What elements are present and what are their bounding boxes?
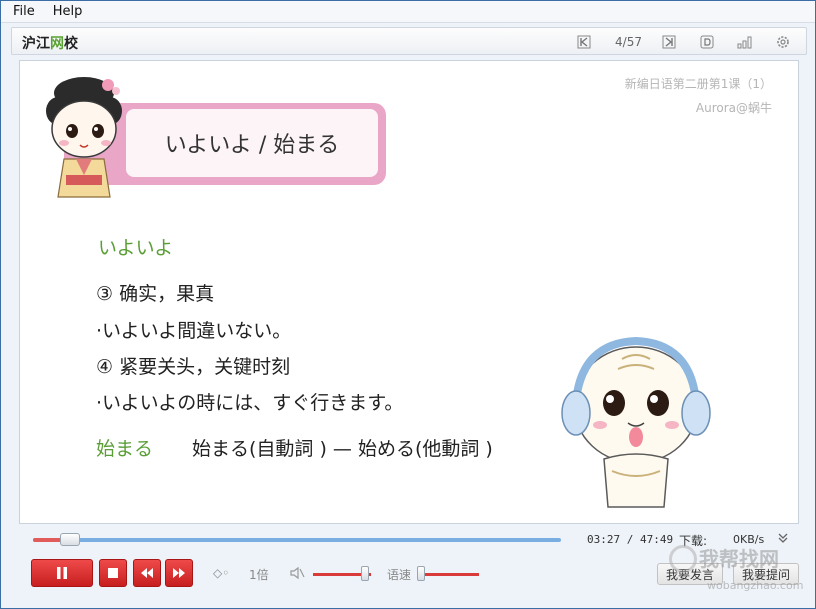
time-display: 03:27 / 47:49 xyxy=(587,533,674,546)
headphone-cat-illustration xyxy=(561,336,711,508)
progress-bar[interactable] xyxy=(33,533,561,546)
stop-button[interactable] xyxy=(99,559,127,587)
ask-question-button[interactable]: 我要提问 xyxy=(733,563,799,585)
playback-speed-label[interactable]: 1倍 xyxy=(249,566,269,583)
verb-pair: 始まる(自動詞 ) — 始める(他動詞 ) xyxy=(192,438,493,460)
example-4: ·いよいよの時には、すぐ行きます。 xyxy=(96,392,404,414)
menu-file[interactable]: File xyxy=(13,4,35,19)
download-speed: 0KB/s xyxy=(733,533,765,546)
entry-word-2: 始まる xyxy=(96,438,154,460)
rewind-button[interactable] xyxy=(133,559,161,587)
entry-word: いよいよ xyxy=(98,237,174,259)
download-label: 下载: xyxy=(679,534,708,548)
example-3: ·いよいよ間違いない。 xyxy=(96,320,292,342)
brand-highlight: 网 xyxy=(50,36,64,52)
course-title: 新编日语第二册第1课（1） xyxy=(624,77,772,91)
author-credit: Aurora@蜗牛 xyxy=(695,101,772,115)
fast-forward-icon xyxy=(173,568,185,578)
chevron-double-down-icon[interactable] xyxy=(777,532,789,547)
geisha-cat-illustration xyxy=(46,77,122,198)
brand-prefix: 沪江 xyxy=(22,36,50,52)
slide-canvas: 新编日语第二册第1课（1） Aurora@蜗牛 いよいよ / 始まる いよいよ … xyxy=(19,60,799,524)
document-icon[interactable] xyxy=(698,34,716,50)
app-window: File Help 沪江网校 4/57 新编日语第二册第1课（1） Aurora… xyxy=(0,0,816,609)
toolbar: 沪江网校 4/57 xyxy=(11,27,807,55)
volume-slider-thumb[interactable] xyxy=(361,566,369,581)
previous-page-icon[interactable] xyxy=(575,34,593,50)
page-indicator: 4/57 xyxy=(615,35,642,49)
speaker-muted-icon[interactable] xyxy=(289,565,305,584)
menu-help[interactable]: Help xyxy=(53,4,83,19)
meaning-4: ④ 紧要关头，关键时刻 xyxy=(96,356,291,378)
pause-button[interactable] xyxy=(31,559,93,587)
signal-bars-icon[interactable] xyxy=(736,34,754,50)
next-page-icon[interactable] xyxy=(660,34,678,50)
progress-thumb[interactable] xyxy=(59,533,80,546)
player-controls: 03:27 / 47:49 下载: 0KB/s ◇◦ 1倍 语速 我要发言 我要… xyxy=(11,530,807,604)
gear-icon[interactable] xyxy=(774,34,792,50)
slide-title: いよいよ / 始まる xyxy=(126,109,378,177)
pause-icon xyxy=(57,567,67,579)
rewind-icon xyxy=(141,568,153,578)
speech-rate-slider-thumb[interactable] xyxy=(417,566,425,581)
brand-suffix: 校 xyxy=(64,36,78,52)
speech-rate-slider-track[interactable] xyxy=(421,573,479,576)
menu-bar: File Help xyxy=(1,1,815,23)
fast-forward-button[interactable] xyxy=(165,559,193,587)
speak-button[interactable]: 我要发言 xyxy=(657,563,723,585)
stop-icon xyxy=(108,568,118,578)
brand-logo: 沪江网校 xyxy=(22,33,78,53)
loop-mode-icon[interactable]: ◇◦ xyxy=(213,566,229,580)
speech-rate-label: 语速 xyxy=(387,568,412,582)
toolbar-controls: 4/57 xyxy=(575,31,792,53)
meaning-3: ③ 确实，果真 xyxy=(96,283,215,305)
